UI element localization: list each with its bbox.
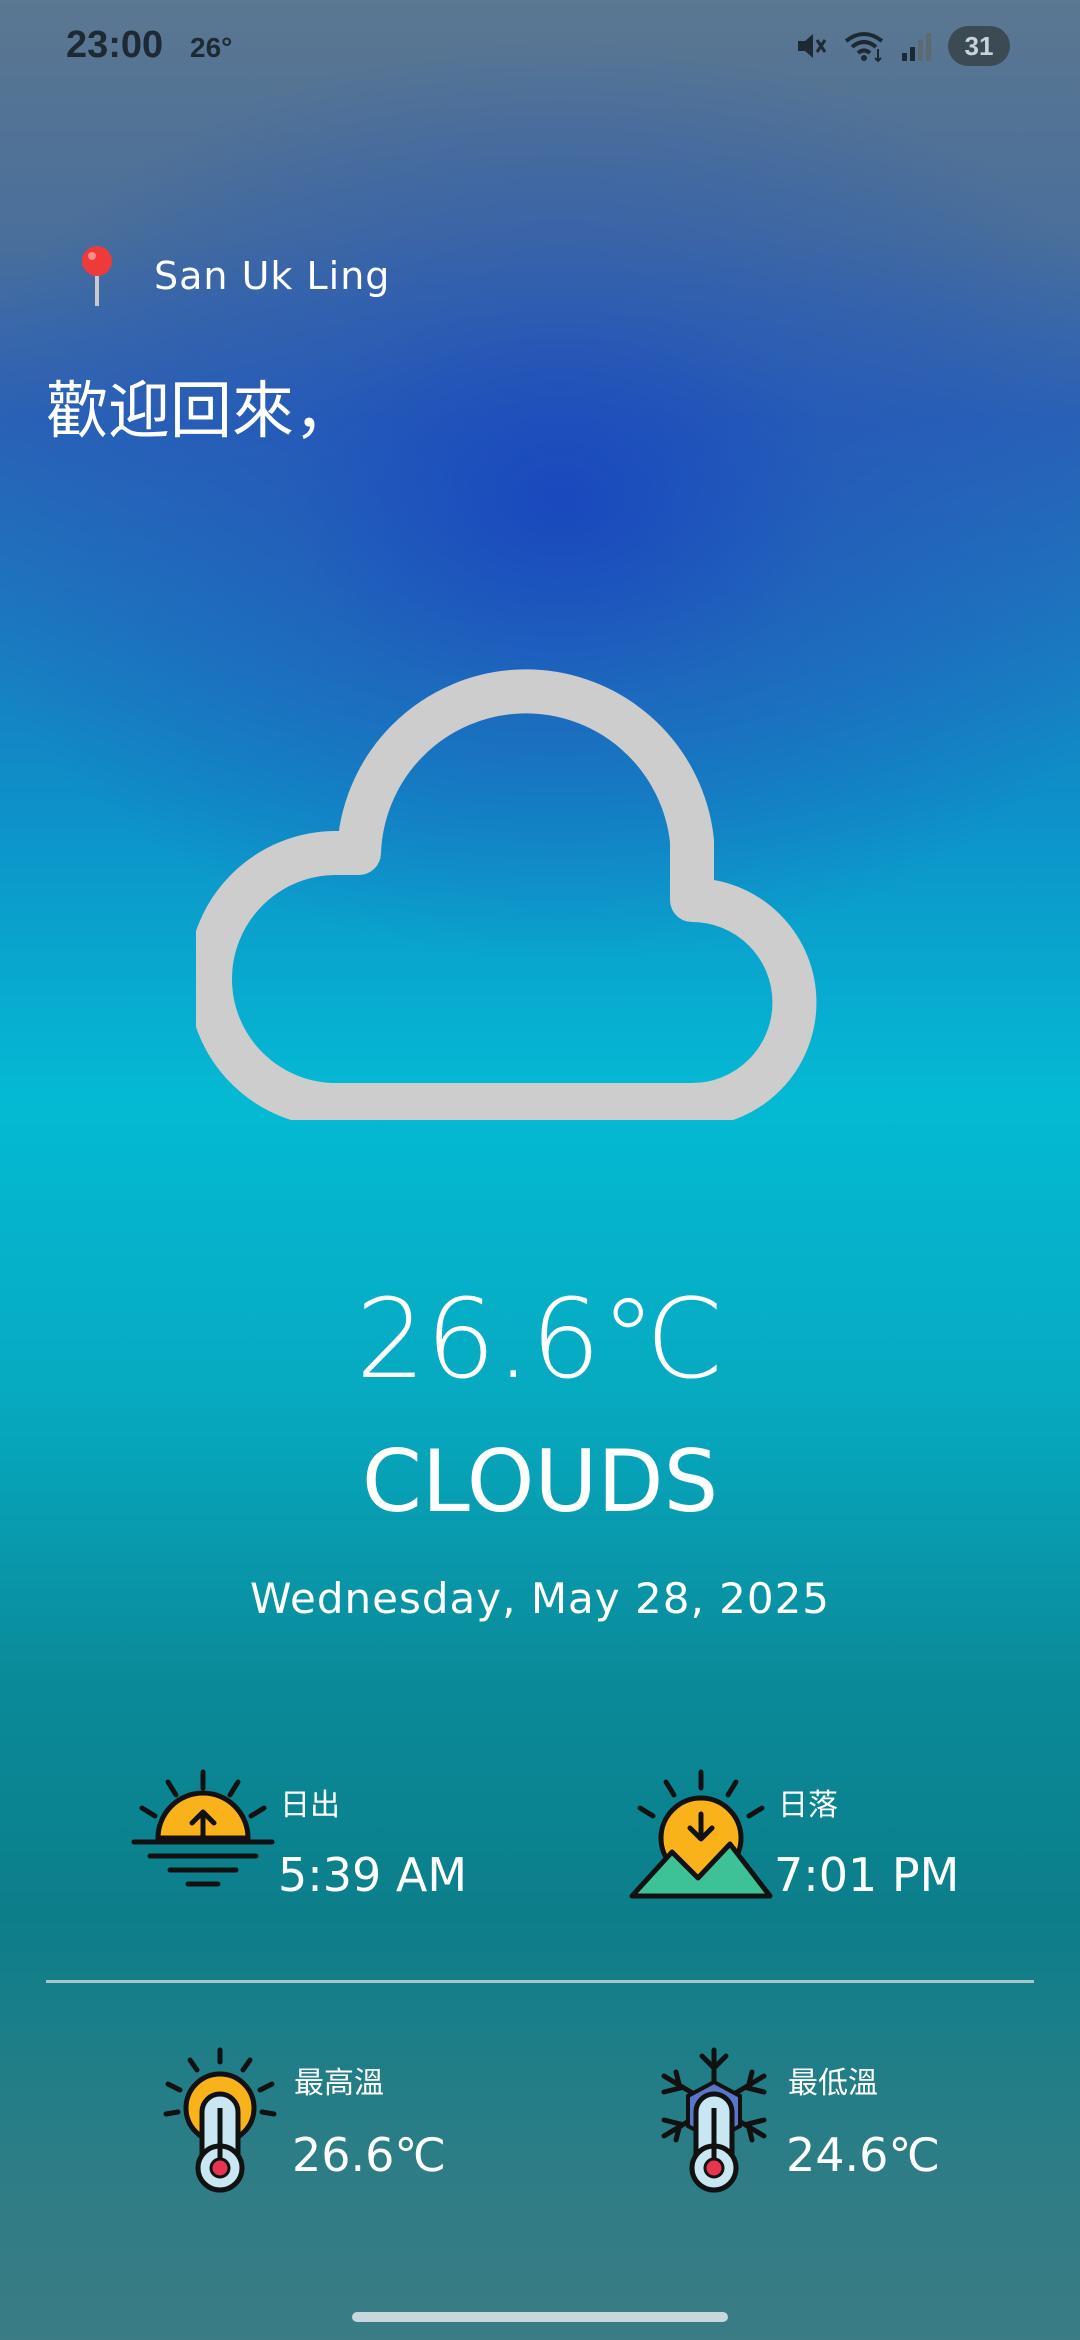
status-bar: 23:00 26° 31: [0, 0, 1080, 100]
sunset-stat: 日落 7:01 PM: [626, 1768, 986, 1918]
divider: [46, 1980, 1034, 1983]
battery-level: 31: [964, 30, 994, 61]
signal-icon: [902, 33, 931, 61]
current-date: Wednesday, May 28, 2025: [249, 1574, 831, 1623]
map-pin-icon: [82, 246, 112, 306]
cloud-icon: [196, 669, 817, 1120]
location[interactable]: San Uk Ling: [74, 244, 390, 308]
sunset-label: 日落: [778, 1788, 838, 1823]
status-time: 23:00: [66, 24, 164, 66]
min-temp-value: 24.6℃: [786, 2128, 941, 2182]
wifi-icon: [844, 32, 884, 63]
max-temp-stat: 最高溫 26.6℃: [160, 2046, 460, 2196]
sunrise-label: 日出: [280, 1788, 340, 1823]
max-temp-label: 最高溫: [294, 2066, 384, 2101]
sunrise-icon: [131, 1769, 275, 1887]
greeting: 歡迎回來，: [46, 374, 357, 447]
hot-thermometer-icon: [163, 2047, 277, 2193]
status-temperature: 26°: [190, 32, 233, 63]
home-indicator[interactable]: [352, 2312, 728, 2322]
sunset-icon: [629, 1769, 773, 1899]
min-temp-label: 最低溫: [788, 2066, 878, 2101]
mute-icon: [798, 34, 827, 58]
sunrise-stat: 日出 5:39 AM: [128, 1768, 488, 1918]
battery-icon: 31: [948, 26, 1010, 66]
status-icons: 31: [794, 26, 1010, 66]
weather-condition: CLOUDS: [361, 1432, 719, 1532]
current-temperature: 26.6℃: [355, 1275, 725, 1403]
location-name: San Uk Ling: [154, 254, 391, 298]
cold-thermometer-icon: [661, 2047, 767, 2193]
sunset-value: 7:01 PM: [774, 1848, 960, 1902]
max-temp-value: 26.6℃: [292, 2128, 447, 2182]
min-temp-stat: 最低溫 24.6℃: [654, 2046, 954, 2196]
sunrise-value: 5:39 AM: [278, 1848, 468, 1902]
